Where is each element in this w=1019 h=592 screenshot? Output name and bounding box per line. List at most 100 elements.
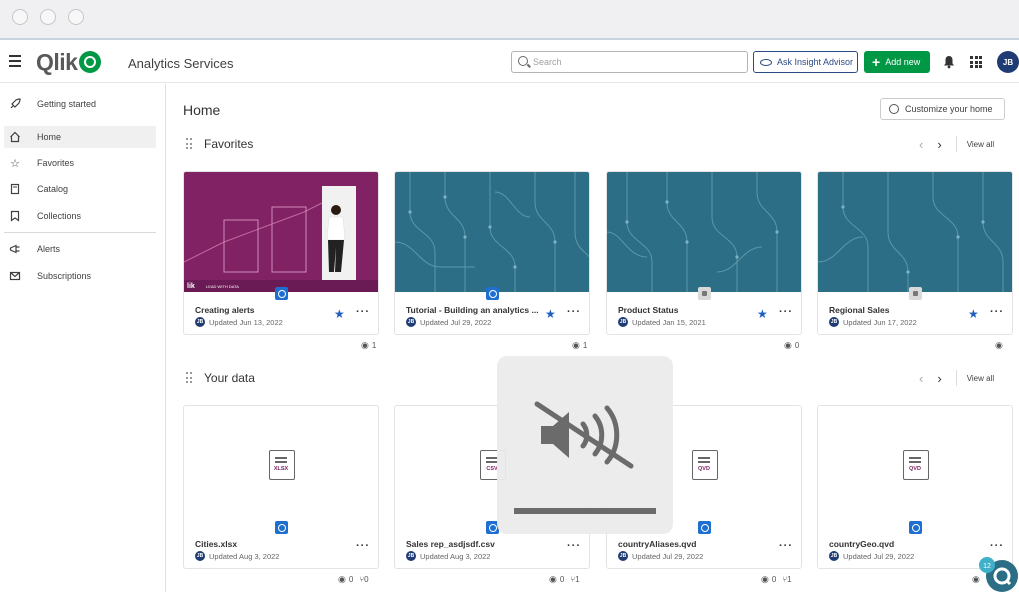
view-count: ◉ 0: [784, 340, 800, 350]
data-type-icon: [909, 521, 922, 534]
data-card-countrygeo-qvd[interactable]: QVD countryGeo.qvd JB Updated Jul 29, 20…: [817, 405, 1013, 569]
more-options-button[interactable]: ···: [990, 540, 1004, 552]
chevron-left-icon[interactable]: ‹: [919, 371, 923, 386]
mail-icon: [9, 270, 21, 282]
app-title: Analytics Services: [128, 56, 234, 71]
data-card-cities-xlsx[interactable]: XLSX Cities.xlsx JB Updated Aug 3, 2022 …: [183, 405, 379, 569]
window-maximize-button[interactable]: [68, 9, 84, 25]
eye-icon: ◉: [572, 340, 580, 350]
more-options-button[interactable]: ···: [356, 540, 370, 552]
search-box[interactable]: [511, 51, 748, 73]
add-new-button[interactable]: + Add new: [864, 51, 930, 73]
speaker-muted-icon: [534, 401, 634, 469]
favorite-card-creating-alerts[interactable]: lik LEAD WITH DATA Creating alerts JB Up…: [183, 171, 379, 335]
sidebar-item-subscriptions[interactable]: Subscriptions: [4, 265, 156, 287]
your-data-section-header: Your data: [186, 371, 255, 385]
eye-icon: ◉: [761, 574, 769, 584]
favorites-section-header: Favorites: [186, 137, 253, 151]
sidebar-item-label: Favorites: [37, 158, 75, 168]
card-title: Sales rep_asdjsdf.csv: [406, 539, 495, 549]
chat-badge-count: 12: [983, 563, 991, 570]
favorite-card-regional-sales[interactable]: Regional Sales JB Updated Jun 17, 2022 ★…: [817, 171, 1013, 335]
drag-handle-icon[interactable]: [186, 372, 194, 384]
brand-name: Qlik: [36, 48, 78, 75]
favorites-view-all-link[interactable]: View all: [967, 140, 994, 149]
your-data-carousel-nav: ‹ › View all: [919, 370, 994, 386]
ask-insight-advisor-button[interactable]: Ask Insight Advisor: [753, 51, 858, 73]
favorite-star-icon[interactable]: ★: [968, 307, 979, 321]
your-data-view-all-link[interactable]: View all: [967, 374, 994, 383]
more-options-button[interactable]: ···: [567, 540, 581, 552]
owner-avatar: JB: [406, 317, 416, 327]
sidebar-item-home[interactable]: Home: [4, 126, 156, 148]
qlik-logo[interactable]: Qlik: [36, 48, 102, 75]
card-updated-text: Updated Jul 29, 2022: [420, 317, 492, 327]
more-options-button[interactable]: ···: [567, 306, 581, 318]
alert-icon: [9, 243, 21, 255]
sidebar-item-collections[interactable]: Collections: [4, 205, 156, 227]
card-updated-text: Updated Jul 29, 2022: [632, 551, 704, 561]
sidebar-item-label: Getting started: [37, 99, 97, 109]
card-title: Tutorial - Building an analytics ...: [406, 305, 539, 315]
volume-level-bar: [514, 508, 656, 514]
more-options-button[interactable]: ···: [779, 306, 793, 318]
window-close-button[interactable]: [12, 9, 28, 25]
favorite-star-icon[interactable]: ★: [757, 307, 768, 321]
file-extension: QVD: [698, 466, 710, 472]
favorite-star-icon[interactable]: ★: [334, 307, 345, 321]
data-stats: ◉ 0 ⑂ 0: [338, 574, 369, 584]
card-title: Regional Sales: [829, 305, 890, 315]
chevron-left-icon[interactable]: ‹: [919, 137, 923, 152]
customize-home-button[interactable]: Customize your home: [880, 98, 1005, 120]
chevron-right-icon[interactable]: ›: [937, 371, 941, 386]
star-icon: ☆: [10, 157, 20, 170]
card-updated: JB Updated Jul 29, 2022: [406, 317, 491, 327]
menu-icon[interactable]: [9, 55, 21, 69]
customize-home-label: Customize your home: [905, 104, 993, 114]
owner-avatar: JB: [406, 551, 416, 561]
eye-icon: ◉: [784, 340, 792, 350]
data-type-icon: [698, 521, 711, 534]
sidebar-item-label: Home: [37, 132, 62, 142]
drag-handle-icon[interactable]: [186, 138, 194, 150]
user-avatar[interactable]: JB: [997, 51, 1019, 73]
sidebar-item-getting-started[interactable]: Getting started: [4, 93, 156, 115]
data-stats: ◉ 0 ⑂ 1: [761, 574, 792, 584]
owner-avatar: JB: [618, 317, 628, 327]
more-options-button[interactable]: ···: [779, 540, 793, 552]
owner-avatar: JB: [195, 317, 205, 327]
owner-avatar: JB: [618, 551, 628, 561]
app-thumbnail-pattern: [607, 172, 801, 292]
search-input[interactable]: [533, 55, 733, 69]
sidebar-item-alerts[interactable]: Alerts: [4, 238, 156, 260]
more-options-button[interactable]: ···: [356, 306, 370, 318]
notifications-bell-icon[interactable]: [943, 55, 955, 69]
card-updated-text: Updated Aug 3, 2022: [420, 551, 491, 561]
chat-assistant-bubble[interactable]: 12: [978, 555, 1018, 592]
card-updated: JB Updated Jul 29, 2022: [829, 551, 914, 561]
eye-icon: ◉: [549, 574, 557, 584]
sidebar: Getting started Home ☆ Favorites Catalog…: [0, 84, 166, 592]
plus-icon: +: [872, 54, 881, 70]
add-new-label: Add new: [885, 57, 921, 67]
eye-icon: ◉: [361, 340, 369, 350]
sidebar-item-favorites[interactable]: ☆ Favorites: [4, 152, 156, 174]
window-titlebar: [0, 0, 1019, 40]
sidebar-item-catalog[interactable]: Catalog: [4, 178, 156, 200]
app-launcher-grid-icon[interactable]: [970, 56, 982, 68]
page-title: Home: [183, 102, 221, 118]
favorite-card-tutorial[interactable]: Tutorial - Building an analytics ... JB …: [394, 171, 590, 335]
chevron-right-icon[interactable]: ›: [937, 137, 941, 152]
card-updated: JB Updated Jul 29, 2022: [618, 551, 703, 561]
favorites-carousel-nav: ‹ › View all: [919, 136, 994, 152]
favorite-card-product-status[interactable]: Product Status JB Updated Jan 15, 2021 ★…: [606, 171, 802, 335]
favorite-star-icon[interactable]: ★: [545, 307, 556, 321]
more-options-button[interactable]: ···: [990, 306, 1004, 318]
sidebar-divider: [4, 232, 156, 233]
view-count: ◉ 1: [572, 340, 588, 350]
card-title: countryAliases.qvd: [618, 539, 697, 549]
window-minimize-button[interactable]: [40, 9, 56, 25]
card-title: Product Status: [618, 305, 679, 315]
card-title: Creating alerts: [195, 305, 255, 315]
ask-insight-advisor-label: Ask Insight Advisor: [777, 57, 854, 67]
